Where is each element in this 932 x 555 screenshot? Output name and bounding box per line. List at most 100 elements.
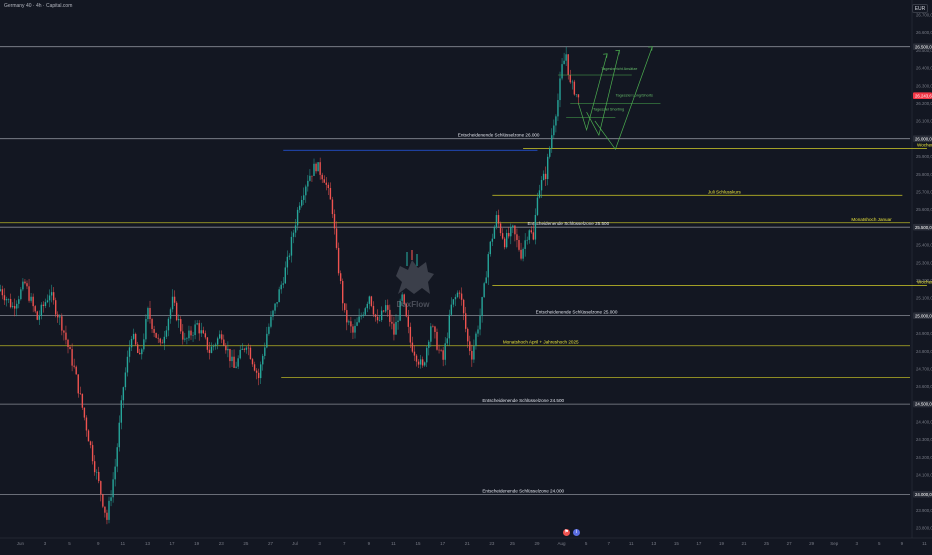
candle-body	[83, 407, 86, 418]
candle-body	[69, 347, 71, 350]
candle-body	[430, 326, 432, 342]
candle-body	[227, 348, 229, 351]
candle-body	[407, 316, 409, 327]
candle-body	[89, 441, 92, 446]
candle-body	[87, 430, 90, 442]
candle-body	[141, 349, 143, 355]
candle-body	[446, 338, 448, 344]
candle-body	[424, 362, 426, 366]
candle-body	[538, 190, 541, 198]
candle-body	[266, 333, 268, 348]
candle-body	[7, 298, 10, 300]
candle-body	[397, 320, 399, 322]
currency-button[interactable]: EUR	[912, 4, 928, 13]
y-tick-label: 25.900,0	[916, 154, 932, 159]
candle-body	[57, 314, 59, 318]
candle-body	[567, 54, 569, 75]
candle-body	[559, 78, 561, 101]
x-tick-label: 11	[391, 541, 396, 546]
candle-body	[528, 230, 530, 240]
price-badge-label: 25.000,0	[915, 313, 932, 318]
candle-body	[329, 188, 332, 200]
candlestick-chart[interactable]: 26.700,026.600,026.500,026.400,026.300,0…	[0, 0, 932, 550]
candle-body	[444, 343, 446, 360]
candle-body	[182, 331, 184, 340]
candle-body	[395, 321, 397, 335]
candle-body	[366, 303, 368, 309]
candle-body	[532, 232, 535, 240]
candle-body	[110, 497, 112, 501]
candle-body	[169, 309, 172, 319]
candle-body	[534, 214, 537, 240]
candle-body	[268, 326, 270, 334]
y-tick-label: 26.200,0	[916, 101, 932, 106]
candle-body	[442, 350, 444, 360]
candle-body	[557, 100, 559, 117]
candle-body	[196, 323, 198, 325]
candle-body	[112, 479, 114, 498]
candle-body	[391, 321, 393, 324]
x-tick-label: 5	[585, 541, 588, 546]
candle-body	[178, 319, 180, 321]
info-icon[interactable]: i	[573, 529, 580, 536]
x-tick-label: 17	[170, 541, 176, 546]
level-label: Entscheidenende Schlüsselzone 25.500	[527, 221, 609, 226]
candle-body	[210, 346, 213, 353]
price-badge-label: 26.243,6	[915, 93, 932, 98]
price-badge-label: 26.500,0	[915, 44, 932, 49]
candle-body	[536, 197, 539, 215]
y-tick-label: 24.600,0	[916, 384, 932, 389]
candle-body	[186, 338, 188, 339]
price-badge-label: 26.000,0	[915, 136, 932, 141]
x-tick-label: 19	[719, 541, 725, 546]
y-tick-label: 23.900,0	[916, 508, 932, 513]
candle-body	[157, 337, 159, 339]
candle-body	[282, 283, 284, 285]
candle-body	[452, 299, 455, 305]
candle-body	[14, 306, 16, 309]
candle-body	[493, 227, 496, 239]
candle-body	[491, 238, 494, 242]
candle-body	[184, 338, 186, 340]
candle-body	[426, 347, 428, 363]
x-tick-label: 25	[243, 541, 249, 546]
candle-body	[419, 359, 422, 365]
candle-body	[128, 347, 131, 357]
candle-body	[374, 314, 377, 317]
candle-body	[77, 374, 79, 394]
candle-body	[469, 341, 471, 351]
candle-body	[520, 249, 522, 259]
candle-body	[518, 240, 520, 250]
candle-body	[438, 349, 440, 351]
candle-body	[202, 330, 204, 334]
candle-body	[98, 471, 100, 482]
candle-body	[46, 300, 49, 303]
flag-icon[interactable]: ⚑	[563, 529, 570, 536]
candle-body	[243, 348, 245, 350]
x-tick-label: 27	[787, 541, 793, 546]
candle-body	[241, 348, 243, 350]
candle-body	[61, 316, 63, 331]
level-label: Entscheidenende Schlüsselzone 26.000	[458, 133, 540, 138]
candle-body	[458, 292, 461, 294]
candle-body	[313, 163, 315, 176]
chart-area[interactable]: 26.700,0 26.600,0 26.500,0 26.400,0 26.300,0…	[0, 0, 932, 550]
symbol-title[interactable]: Germany 40 · 4h · Capital.com	[4, 3, 72, 9]
candle-body	[126, 356, 129, 373]
candle-body	[465, 313, 467, 329]
candle-body	[575, 94, 578, 95]
candle-body	[325, 182, 327, 185]
candle-body	[153, 329, 155, 333]
projection-path	[594, 46, 653, 151]
candle-body	[331, 199, 334, 215]
x-tick-label: 17	[696, 541, 702, 546]
candle-body	[436, 331, 438, 350]
x-tick-label: 5	[878, 541, 881, 546]
level-label: Juli Schlusskurs	[708, 189, 742, 194]
candle-body	[171, 296, 174, 310]
candle-body	[143, 339, 145, 350]
x-tick-label: 11	[121, 541, 126, 546]
x-tick-label: 13	[651, 541, 657, 546]
candle-body	[198, 323, 200, 334]
candle-body	[163, 336, 166, 344]
